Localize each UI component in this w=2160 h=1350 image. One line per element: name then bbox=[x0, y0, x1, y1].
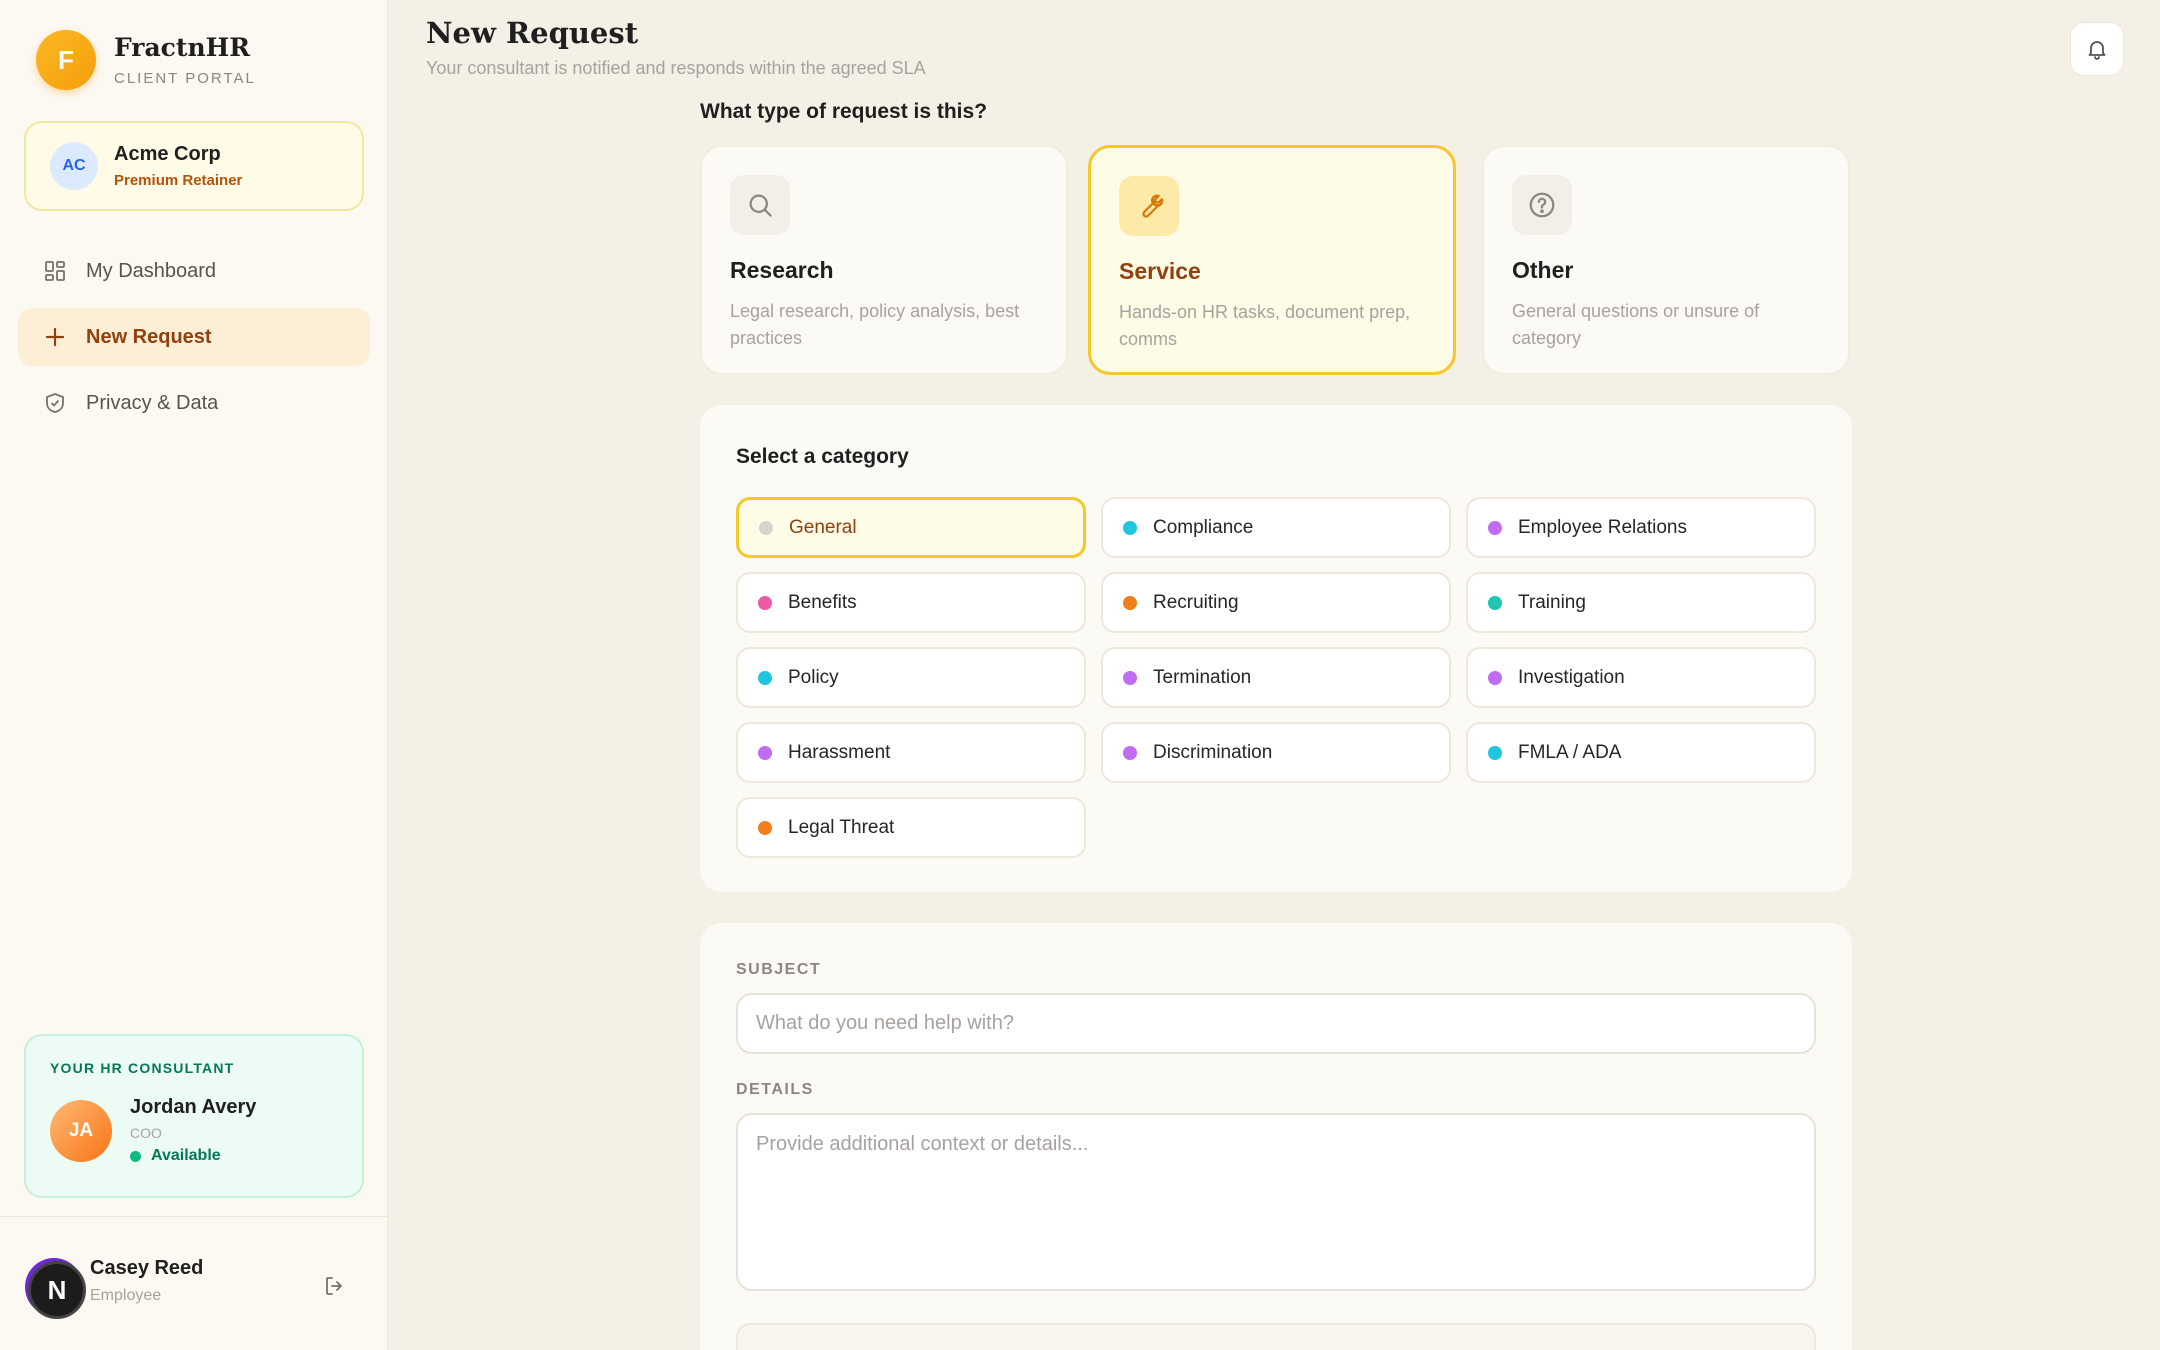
page-title: New Request bbox=[426, 16, 639, 50]
attachment-row[interactable] bbox=[736, 1323, 1816, 1350]
category-dot bbox=[758, 745, 772, 760]
category-recruiting[interactable]: Recruiting bbox=[1101, 572, 1451, 633]
subject-label: SUBJECT bbox=[736, 961, 822, 978]
sidebar-item-label: Privacy & Data bbox=[86, 391, 219, 414]
category-label: Recruiting bbox=[1153, 591, 1239, 613]
category-dot bbox=[1488, 670, 1502, 685]
category-dot bbox=[1123, 670, 1137, 685]
category-label: Compliance bbox=[1153, 516, 1254, 538]
user-bar: N Casey Reed Employee bbox=[0, 1216, 388, 1350]
category-label: Policy bbox=[788, 666, 839, 688]
org-card[interactable]: AC Acme Corp Premium Retainer bbox=[24, 121, 364, 211]
sidebar-nav: My Dashboard New Request Privacy & Data bbox=[18, 242, 370, 440]
category-employee-relations[interactable]: Employee Relations bbox=[1466, 497, 1816, 558]
category-dot bbox=[1488, 520, 1502, 535]
category-dot bbox=[1123, 520, 1137, 535]
category-dot bbox=[758, 595, 772, 610]
question-icon bbox=[1512, 175, 1572, 235]
category-dot bbox=[1123, 595, 1137, 610]
user-role: Employee bbox=[90, 1287, 162, 1304]
consultant-status-label: Available bbox=[151, 1147, 221, 1164]
logout-icon bbox=[326, 1277, 342, 1295]
user-name: Casey Reed bbox=[90, 1257, 204, 1279]
category-training[interactable]: Training bbox=[1466, 572, 1816, 633]
category-label: Investigation bbox=[1518, 666, 1625, 688]
logout-button[interactable] bbox=[320, 1271, 350, 1301]
request-form-panel: SUBJECT DETAILS bbox=[700, 923, 1852, 1350]
category-termination[interactable]: Termination bbox=[1101, 647, 1451, 708]
category-dot bbox=[1488, 595, 1502, 610]
details-label: DETAILS bbox=[736, 1081, 814, 1098]
category-label: Benefits bbox=[788, 591, 857, 613]
category-heading: Select a category bbox=[736, 445, 909, 468]
consultant-avatar: JA bbox=[50, 1099, 112, 1162]
sidebar: F FractnHR CLIENT PORTAL AC Acme Corp Pr… bbox=[0, 0, 388, 1350]
wrench-icon bbox=[1119, 176, 1179, 236]
category-label: Termination bbox=[1153, 666, 1252, 688]
category-fmla-ada[interactable]: FMLA / ADA bbox=[1466, 722, 1816, 783]
sidebar-item-new-request[interactable]: New Request bbox=[18, 308, 370, 366]
brand[interactable]: F FractnHR CLIENT PORTAL bbox=[36, 30, 256, 90]
category-panel: Select a category General Compliance Emp… bbox=[700, 405, 1852, 892]
category-dot bbox=[1488, 745, 1502, 760]
category-label: Employee Relations bbox=[1518, 516, 1687, 538]
search-icon bbox=[730, 175, 790, 235]
category-harassment[interactable]: Harassment bbox=[736, 722, 1086, 783]
details-textarea[interactable] bbox=[736, 1113, 1816, 1291]
sidebar-item-privacy-data[interactable]: Privacy & Data bbox=[18, 374, 370, 432]
type-description: Legal research, policy analysis, best pr… bbox=[730, 301, 1020, 348]
category-discrimination[interactable]: Discrimination bbox=[1101, 722, 1451, 783]
consultant-status: Available bbox=[130, 1147, 256, 1165]
type-description: General questions or unsure of category bbox=[1512, 301, 1760, 348]
org-name: Acme Corp bbox=[114, 143, 221, 165]
grid-icon bbox=[42, 258, 68, 284]
brand-logo: F bbox=[36, 30, 96, 90]
page-subtitle: Your consultant is notified and responds… bbox=[426, 58, 926, 78]
sidebar-item-label: New Request bbox=[86, 325, 212, 348]
category-compliance[interactable]: Compliance bbox=[1101, 497, 1451, 558]
type-title: Other bbox=[1512, 257, 1574, 283]
hr-consultant-card: YOUR HR CONSULTANT JA Jordan Avery COO A… bbox=[24, 1034, 364, 1198]
category-benefits[interactable]: Benefits bbox=[736, 572, 1086, 633]
category-label: General bbox=[789, 516, 857, 538]
org-plan: Premium Retainer bbox=[114, 172, 243, 189]
type-description: Hands-on HR tasks, document prep, comms bbox=[1119, 302, 1411, 349]
sidebar-item-label: My Dashboard bbox=[86, 259, 217, 282]
request-type-other[interactable]: Other General questions or unsure of cat… bbox=[1482, 145, 1850, 375]
subject-input[interactable] bbox=[736, 993, 1816, 1054]
request-type-research[interactable]: Research Legal research, policy analysis… bbox=[700, 145, 1068, 375]
category-dot bbox=[1123, 745, 1137, 760]
request-type-question: What type of request is this? bbox=[700, 100, 988, 123]
category-dot bbox=[758, 820, 772, 835]
brand-name: FractnHR bbox=[114, 33, 251, 62]
type-title: Research bbox=[730, 257, 834, 283]
category-label: Harassment bbox=[788, 741, 891, 763]
type-title: Service bbox=[1119, 258, 1201, 284]
plus-icon bbox=[42, 324, 68, 350]
category-label: Legal Threat bbox=[788, 816, 895, 838]
consultant-heading: YOUR HR CONSULTANT bbox=[50, 1060, 235, 1076]
bell-icon bbox=[2088, 41, 2106, 60]
request-type-service[interactable]: Service Hands-on HR tasks, document prep… bbox=[1088, 145, 1456, 375]
brand-subtitle: CLIENT PORTAL bbox=[114, 70, 256, 87]
org-avatar: AC bbox=[50, 142, 98, 190]
category-policy[interactable]: Policy bbox=[736, 647, 1086, 708]
category-general[interactable]: General bbox=[736, 497, 1086, 558]
category-label: FMLA / ADA bbox=[1518, 741, 1622, 763]
category-dot bbox=[759, 520, 773, 535]
shield-icon bbox=[42, 390, 68, 416]
notifications-button[interactable] bbox=[2070, 22, 2124, 76]
category-investigation[interactable]: Investigation bbox=[1466, 647, 1816, 708]
category-label: Training bbox=[1518, 591, 1586, 613]
category-dot bbox=[758, 670, 772, 685]
category-label: Discrimination bbox=[1153, 741, 1273, 763]
category-legal-threat[interactable]: Legal Threat bbox=[736, 797, 1086, 858]
consultant-role: COO bbox=[130, 1125, 162, 1141]
user-avatar[interactable]: N bbox=[28, 1261, 86, 1319]
consultant-name: Jordan Avery bbox=[130, 1096, 257, 1118]
status-dot bbox=[130, 1150, 141, 1162]
sidebar-item-my-dashboard[interactable]: My Dashboard bbox=[18, 242, 370, 300]
